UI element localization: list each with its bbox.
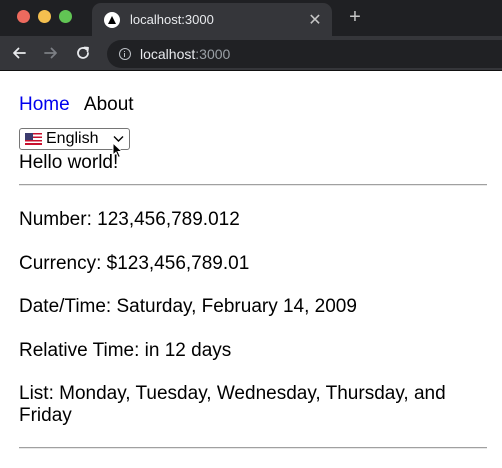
- browser-tab[interactable]: localhost:3000 ✕: [92, 3, 332, 36]
- window-controls: [17, 10, 72, 23]
- address-bar[interactable]: localhost:3000: [107, 40, 502, 68]
- list-text: List: Monday, Tuesday, Wednesday, Thursd…: [19, 383, 446, 426]
- site-info-icon[interactable]: [119, 48, 131, 60]
- browser-titlebar: localhost:3000 ✕ +: [0, 0, 502, 36]
- nav-link-home[interactable]: Home: [19, 94, 70, 115]
- browser-toolbar: localhost:3000: [0, 36, 502, 71]
- arrow-right-icon: [44, 47, 57, 59]
- language-select-value: English: [46, 130, 99, 147]
- url-text[interactable]: localhost:3000: [140, 46, 230, 62]
- reload-icon: [77, 46, 89, 59]
- nextjs-favicon-icon: [104, 11, 120, 28]
- divider: [19, 447, 487, 449]
- forward-button[interactable]: [38, 40, 64, 66]
- datetime-text: Date/Time: Saturday, February 14, 2009: [19, 296, 357, 317]
- maximize-window-button[interactable]: [59, 10, 72, 23]
- nav-link-about[interactable]: About: [84, 94, 134, 115]
- reload-button[interactable]: [70, 40, 96, 66]
- us-flag-icon: [25, 133, 42, 145]
- hello-text: Hello world!: [19, 152, 119, 173]
- tab-close-icon[interactable]: ✕: [304, 10, 326, 30]
- new-tab-button[interactable]: +: [344, 4, 366, 30]
- back-button[interactable]: [6, 40, 32, 66]
- site-nav: Home About: [19, 94, 134, 116]
- arrow-left-icon: [13, 47, 26, 59]
- relative-time-text: Relative Time: in 12 days: [19, 340, 232, 361]
- close-window-button[interactable]: [17, 10, 30, 23]
- divider: [19, 184, 487, 186]
- currency-text: Currency: $123,456,789.01: [19, 253, 250, 274]
- minimize-window-button[interactable]: [38, 10, 51, 23]
- tab-title: localhost:3000: [130, 12, 214, 27]
- page-content: Home About English Hello world! Number: …: [0, 71, 502, 468]
- number-text: Number: 123,456,789.012: [19, 209, 240, 230]
